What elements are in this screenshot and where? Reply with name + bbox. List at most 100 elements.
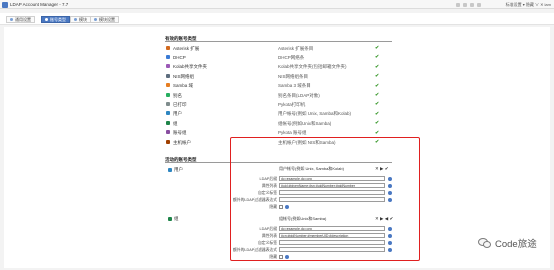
available-type-row: Asterisk 扩展 Asterisk 扩展条目 ✔ [166,44,391,52]
users-icon [168,167,172,172]
account-type-icon [166,54,170,59]
available-type-row: Samba 域 Samba 3 域条目 ✔ [166,82,391,90]
account-type-name: 组 [173,120,178,126]
users-attributes-input[interactable] [279,183,385,188]
title-bar: LDAP Account Manager - 7.7 标准设置 ▾ 隐藏 ∨ ✕… [0,0,554,9]
watermark: Code旅途 [478,236,537,250]
module-settings-icon [94,18,97,21]
help-icon[interactable] [388,226,392,231]
add-type-check-icon[interactable]: ✔ [375,130,379,136]
account-type-name: 别名 [173,92,182,98]
groups-ldap-suffix-input[interactable] [279,226,385,231]
watermark-text: Code旅途 [495,239,537,250]
account-type-name: 账号组 [173,130,187,136]
account-type-description: Pykota打印机 [278,101,306,107]
account-type-description: 别名条目(LDAP对象) [278,92,320,98]
account-type-icon [166,45,170,50]
add-type-check-icon[interactable]: ✔ [375,83,379,89]
users-ldap-filter-input[interactable] [279,197,385,202]
account-type-icon [166,73,170,78]
add-type-check-icon[interactable]: ✔ [375,54,379,60]
modules-icon [74,18,77,21]
top-right-controls[interactable]: 标准设置 ▾ 隐藏 ∨ ✕ lam [506,2,551,8]
add-type-check-icon[interactable]: ✔ [375,92,379,98]
add-type-check-icon[interactable]: ✔ [375,120,379,126]
users-hidden-label: 隐藏 [269,205,277,209]
groups-custom-label-label: 自定义标签 [258,241,277,245]
groups-type-description: 组帐号(例如Unix和Samba) [279,216,327,221]
window-toolbar-icons [456,2,481,7]
account-type-name: Asterisk 扩展 [173,45,200,51]
account-type-description: 用户帐号(例如 Unix, Samba和Kolab) [278,111,352,117]
account-type-description: Samba 3 域条目 [278,83,311,89]
account-type-icon [166,111,170,116]
groups-ldap-filter-input[interactable] [279,247,385,252]
account-type-description: DHCP网络条 [278,54,305,60]
account-type-description: Kolab共享文件夹(包括邮箱文件夹) [278,64,347,70]
account-type-icon [166,139,170,144]
toolbar-icon[interactable] [470,2,474,7]
available-type-row: 账号组 Pykota 账号组 ✔ [166,129,391,137]
add-type-check-icon[interactable]: ✔ [375,64,379,70]
users-action-icons[interactable]: ✕ ▶ ✔ [375,166,389,172]
settings-icon [10,18,13,21]
account-type-name: Kolab共享文件夹 [173,64,208,70]
account-type-description: 组帐号(例如Unix和Samba) [278,120,332,126]
users-type-description: 用户帐号(例如 Unix, Samba和Kolab) [279,166,344,171]
users-hidden-checkbox[interactable] [279,204,283,209]
add-type-check-icon[interactable]: ✔ [375,45,379,51]
toolbar-icon[interactable] [477,2,481,7]
groups-attributes-input[interactable] [279,233,385,238]
help-icon[interactable] [388,197,392,202]
users-custom-label-label: 自定义标签 [258,191,277,195]
help-icon[interactable] [285,204,289,209]
account-type-name: Samba 域 [173,83,194,89]
available-type-row: 已打印 Pykota打印机 ✔ [166,100,391,108]
available-type-row: 用户 用户帐号(例如 Unix, Samba和Kolab) ✔ [166,110,391,118]
tab-general-settings[interactable]: 通用设置 [6,16,35,23]
active-type-users-label: 用户 [168,167,183,173]
add-type-check-icon[interactable]: ✔ [375,73,379,79]
account-type-icon [166,101,170,106]
tab-bar: 通用设置 账号类型 模块 模块设置 [0,13,554,25]
add-type-check-icon[interactable]: ✔ [375,101,379,107]
available-type-row: 别名 别名条目(LDAP对象) ✔ [166,91,391,99]
toolbar-icon[interactable] [463,2,467,7]
help-icon[interactable] [388,176,392,181]
active-type-groups-label: 组 [168,216,179,222]
help-icon[interactable] [388,240,392,245]
section-divider [165,41,392,42]
account-type-icon [166,120,170,125]
account-type-description: NIS网络组条目 [278,73,309,79]
account-type-description: Pykota 账号组 [278,130,307,136]
users-ldap-filter-label: 额外的LDAP过滤器表达式 [233,198,278,202]
available-type-row: DHCP DHCP网络条 ✔ [166,53,391,61]
wechat-icon [478,237,492,249]
account-type-icon [166,64,170,69]
account-type-name: NIS网络组 [173,73,195,79]
users-ldap-suffix-label: LDAP后缀 [259,177,277,181]
account-type-icon [166,92,170,97]
tab-account-types[interactable]: 账号类型 [41,16,70,23]
groups-custom-label-input[interactable] [279,240,385,245]
groups-ldap-suffix-label: LDAP后缀 [259,227,277,231]
available-type-row: NIS网络组 NIS网络组条目 ✔ [166,72,391,80]
help-icon[interactable] [388,233,392,238]
tab-modules[interactable]: 模块 [70,16,91,23]
help-icon[interactable] [285,254,289,259]
groups-hidden-checkbox[interactable] [279,254,283,259]
app-logo-icon [2,1,8,8]
toolbar-icon[interactable] [456,2,460,7]
help-icon[interactable] [388,190,392,195]
users-ldap-suffix-input[interactable] [279,176,385,181]
users-custom-label-input[interactable] [279,190,385,195]
account-type-name: 主机帐户 [173,139,191,145]
window-title: LDAP Account Manager - 7.7 [10,2,69,7]
groups-action-icons[interactable]: ✕ ▶ ◀ ✔ [375,216,393,222]
help-icon[interactable] [388,247,392,252]
accounts-icon [45,18,48,21]
account-type-icon [166,130,170,135]
tab-module-settings[interactable]: 模块设置 [90,16,119,23]
help-icon[interactable] [388,183,392,188]
add-type-check-icon[interactable]: ✔ [375,111,379,117]
